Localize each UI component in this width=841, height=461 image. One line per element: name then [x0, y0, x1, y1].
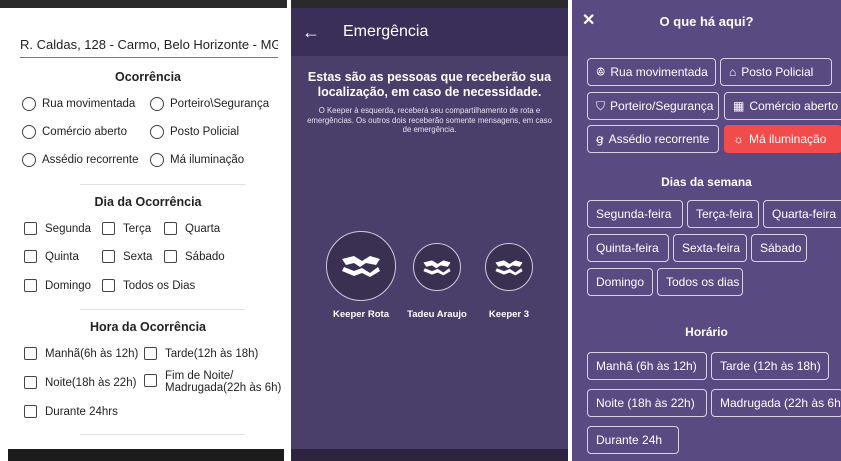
chip-tarde[interactable]: Tarde (12h às 18h) [711, 352, 829, 380]
radio-icon [150, 97, 164, 111]
dia-title: Dia da Ocorrência [94, 195, 202, 209]
chip-quarta[interactable]: Quarta-feira [763, 200, 841, 228]
status-bar [0, 0, 287, 8]
check-todos[interactable]: Todos os Dias [102, 279, 195, 292]
checkbox-icon [144, 347, 157, 360]
chip-posto-policial[interactable]: ⌂ Posto Policial [720, 58, 832, 86]
radio-ma-iluminacao[interactable]: Má iluminação [150, 153, 244, 167]
police-station-icon: ⌂ [729, 65, 737, 79]
horario-title: Horário [685, 325, 728, 339]
navigation-bar [8, 449, 284, 461]
radio-rua-movimentada[interactable]: Rua movimentada [22, 97, 135, 111]
chip-madrugada[interactable]: Madrugada (22h às 6h) [711, 389, 841, 417]
checkbox-icon [24, 250, 37, 263]
check-sabado[interactable]: Sábado [164, 250, 225, 263]
status-bar [291, 0, 568, 8]
page-title: Emergência [343, 23, 429, 40]
check-quinta[interactable]: Quinta [24, 250, 79, 263]
chip-comercio-aberto[interactable]: ▦ Comércio aberto [724, 92, 841, 120]
form-panel: R. Caldas, 128 - Carmo, Belo Horizonte -… [0, 0, 287, 461]
check-tarde[interactable]: Tarde(12h às 18h) [144, 347, 258, 360]
chip-assedio[interactable]: ꞡ Assédio recorrente [587, 125, 719, 153]
checkbox-icon [24, 376, 37, 389]
radio-assedio[interactable]: Assédio recorrente [22, 153, 139, 167]
app-bar: ← Emergência [291, 8, 568, 56]
ocorrencia-title: Ocorrência [114, 70, 181, 84]
keeper-tadeu[interactable]: Tadeu Araujo [407, 243, 467, 320]
check-sexta[interactable]: Sexta [102, 250, 152, 263]
hora-title: Hora da Ocorrência [89, 320, 206, 334]
chip-sabado[interactable]: Sábado [751, 234, 807, 262]
check-madrugada[interactable]: Fim de Noite/Madrugada(22h às 6h) [144, 370, 281, 394]
check-domingo[interactable]: Domingo [24, 279, 91, 292]
headline: Estas são as pessoas que receberão sua l… [307, 70, 552, 99]
info-text: O Keeper à esquerda, receberá seu compar… [307, 106, 552, 135]
chip-sexta[interactable]: Sexta-feira [673, 234, 747, 262]
checkbox-icon [102, 279, 115, 292]
divider [80, 434, 245, 435]
radio-icon [22, 125, 36, 139]
radio-comercio-aberto[interactable]: Comércio aberto [22, 125, 127, 139]
navigation-bar [291, 449, 568, 461]
radio-icon [22, 153, 36, 167]
keeper-rota[interactable]: Keeper Rota [325, 231, 397, 320]
check-segunda[interactable]: Segunda [24, 222, 91, 235]
emergency-panel: ← Emergência Estas são as pessoas que re… [291, 0, 568, 461]
handshake-icon [485, 243, 533, 291]
madrugada-line2: Madrugada(22h às 6h) [165, 382, 282, 394]
chip-noite[interactable]: Noite (18h às 22h) [587, 389, 707, 417]
chip-segunda[interactable]: Segunda-feira [587, 200, 683, 228]
radio-icon [150, 125, 164, 139]
chip-quinta[interactable]: Quinta-feira [587, 234, 669, 262]
chip-24h[interactable]: Durante 24h [587, 426, 679, 454]
address-field[interactable]: R. Caldas, 128 - Carmo, Belo Horizonte -… [20, 36, 278, 58]
madrugada-line1: Fim de Noite/ [165, 370, 234, 382]
check-terca[interactable]: Terça [102, 222, 151, 235]
divider [80, 309, 245, 310]
chip-rua-movimentada[interactable]: ꔮ Rua movimentada [587, 58, 716, 86]
checkbox-icon [164, 250, 177, 263]
checkbox-icon [102, 250, 115, 263]
check-quarta[interactable]: Quarta [164, 222, 220, 235]
check-manha[interactable]: Manhã(6h às 12h) [24, 347, 138, 360]
people-icon: ꔮ [596, 64, 606, 79]
chip-porteiro[interactable]: ⛉ Porteiro/Segurança [587, 92, 719, 120]
page-title: O que há aqui? [659, 14, 754, 29]
checkbox-icon [144, 374, 157, 387]
checkbox-icon [24, 347, 37, 360]
radio-posto-policial[interactable]: Posto Policial [150, 125, 239, 139]
checkbox-icon [24, 405, 37, 418]
check-24h[interactable]: Durante 24hrs [24, 405, 118, 418]
check-noite[interactable]: Noite(18h às 22h) [24, 376, 136, 389]
checkbox-icon [24, 279, 37, 292]
checkbox-icon [24, 222, 37, 235]
checkbox-icon [164, 222, 177, 235]
harassment-icon: ꞡ [596, 132, 604, 146]
handshake-icon [413, 243, 461, 291]
radio-porteiro[interactable]: Porteiro\Segurança [150, 97, 269, 111]
chip-terca[interactable]: Terça-feira [687, 200, 759, 228]
chip-manha[interactable]: Manhã (6h às 12h) [587, 352, 707, 380]
store-icon: ▦ [733, 99, 745, 113]
chip-todos[interactable]: Todos os dias [657, 268, 743, 296]
filter-panel: ✕ O que há aqui? ꔮ Rua movimentada ⌂ Posto… [572, 0, 841, 461]
shield-icon: ⛉ [596, 98, 606, 113]
back-arrow-icon[interactable]: ← [291, 22, 331, 43]
dias-title: Dias da semana [661, 175, 752, 189]
checkbox-icon [102, 222, 115, 235]
handshake-icon [326, 231, 396, 301]
keeper-3[interactable]: Keeper 3 [483, 243, 535, 320]
lightbulb-icon: ☼ [733, 132, 744, 146]
radio-icon [150, 153, 164, 167]
chip-domingo[interactable]: Domingo [587, 268, 653, 296]
chip-ma-iluminacao[interactable]: ☼ Má iluminação [724, 125, 841, 153]
divider [80, 184, 245, 185]
radio-icon [22, 97, 36, 111]
